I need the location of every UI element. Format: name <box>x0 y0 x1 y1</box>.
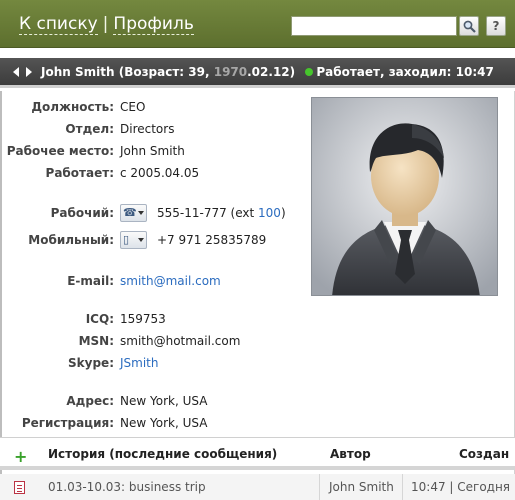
field-label: ICQ: <box>85 312 114 326</box>
field-label: Работает: <box>45 166 114 180</box>
field-value: CEO <box>120 100 146 114</box>
status-text: Работает, заходил: 10:47 <box>316 65 494 79</box>
field-label: Регистрация: <box>21 416 114 430</box>
question-icon: ? <box>492 19 500 33</box>
magnifier-icon <box>463 20 476 33</box>
profile-link[interactable]: Профиль <box>113 14 194 35</box>
table-row[interactable]: 01.03-10.03: business trip John Smith 10… <box>0 474 515 500</box>
field-label: Отдел: <box>65 122 114 136</box>
phone-close: ) <box>280 206 286 220</box>
birth-rest: .02.12) <box>247 65 296 79</box>
next-arrow-icon[interactable] <box>26 67 32 77</box>
mobile-phone-icon[interactable]: ▯ <box>120 231 147 249</box>
field-label: MSN: <box>78 334 114 348</box>
extension-link[interactable]: 100 <box>258 206 281 220</box>
birth-year: 1970 <box>213 65 248 79</box>
history-text[interactable]: 01.03-10.03: business trip <box>48 480 206 494</box>
field-label: Мобильный: <box>28 233 114 247</box>
previous-arrow-icon[interactable] <box>13 67 19 77</box>
search-button[interactable] <box>459 16 479 36</box>
online-dot-icon <box>305 68 314 76</box>
history-author: John Smith <box>329 480 394 494</box>
person-summary: John Smith (Возраст: 39, 1970.02.12) Раб… <box>41 65 494 79</box>
plus-icon[interactable]: + <box>14 447 27 466</box>
field-label: Рабочее место: <box>6 144 114 158</box>
field-label: Рабочий: <box>50 206 114 220</box>
desk-phone-icon[interactable]: ☎ <box>120 204 147 222</box>
person-age: (Возраст: 39, 1970.02.12) <box>119 65 295 79</box>
chevron-down-icon <box>138 211 144 215</box>
person-name: John Smith <box>41 65 115 79</box>
author-column-header[interactable]: Автор <box>330 447 371 461</box>
phone-text: 555-11-777 (ext <box>157 206 259 220</box>
person-bar: John Smith (Возраст: 39, 1970.02.12) Раб… <box>0 58 515 88</box>
field-value: John Smith <box>120 144 185 158</box>
help-button[interactable]: ? <box>486 16 506 36</box>
mobile-number: +7 971 25835789 <box>157 233 267 247</box>
chevron-down-icon <box>138 238 144 242</box>
field-label: E-mail: <box>67 274 114 288</box>
breadcrumb-separator: | <box>102 14 109 34</box>
top-header: К списку | Профиль ? <box>0 0 515 48</box>
history-table-header: + История (последние сообщения) Автор Со… <box>0 437 515 470</box>
work-phone-number: 555-11-777 (ext 100) <box>157 203 286 223</box>
field-value: New York, USA <box>120 394 208 408</box>
column-divider <box>402 474 403 500</box>
skype-link[interactable]: JSmith <box>120 353 159 373</box>
field-label: Адрес: <box>66 394 114 408</box>
age-prefix: (Возраст: 39, <box>118 65 214 79</box>
field-value: smith@hotmail.com <box>120 334 241 348</box>
created-column-header[interactable]: Создан <box>459 447 509 461</box>
breadcrumb: К списку | Профиль <box>19 14 194 35</box>
field-label: Skype: <box>68 356 114 370</box>
back-to-list-link[interactable]: К списку <box>19 14 98 35</box>
field-value: New York, USA <box>120 416 208 430</box>
field-value: 159753 <box>120 312 166 326</box>
search-input[interactable] <box>291 16 457 36</box>
field-value: с 2005.04.05 <box>120 166 200 180</box>
email-link[interactable]: smith@mail.com <box>120 271 221 291</box>
history-column-header[interactable]: История (последние сообщения) <box>48 447 277 461</box>
field-value: Directors <box>120 122 175 136</box>
history-created: 10:47 | Сегодня <box>411 480 511 494</box>
field-label: Должность: <box>31 100 114 114</box>
column-divider <box>319 474 320 500</box>
avatar-illustration <box>312 98 497 295</box>
profile-photo <box>311 97 498 296</box>
document-icon <box>14 481 25 494</box>
